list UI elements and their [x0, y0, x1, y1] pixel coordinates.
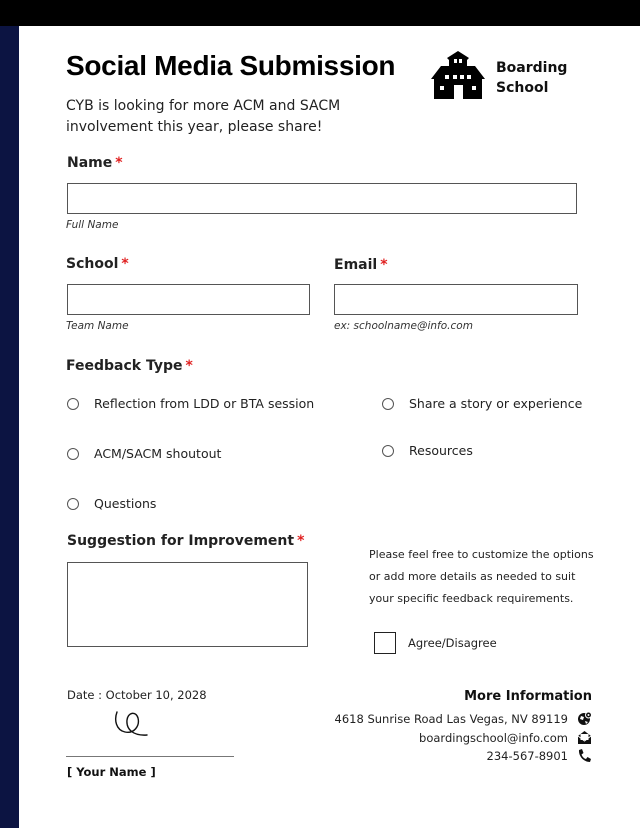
feedback-option-resources[interactable]: Resources	[382, 443, 473, 458]
suggestion-textarea[interactable]	[67, 562, 308, 647]
feedback-type-label: Feedback Type *	[66, 358, 193, 374]
signature-mark	[112, 706, 154, 742]
required-marker: *	[380, 257, 388, 273]
agree-checkbox[interactable]	[374, 632, 396, 654]
brand-line-2: School	[496, 80, 549, 96]
feedback-option-story[interactable]: Share a story or experience	[382, 396, 582, 411]
email-hint: ex: schoolname@info.com	[334, 320, 473, 332]
school-input[interactable]	[67, 284, 310, 315]
envelope-icon	[577, 730, 592, 745]
required-marker: *	[115, 155, 123, 171]
feedback-option-reflection[interactable]: Reflection from LDD or BTA session	[67, 396, 314, 411]
page-subtitle: CYB is looking for more ACM and SACM inv…	[66, 98, 341, 135]
suggestion-label: Suggestion for Improvement *	[67, 533, 305, 549]
brand-name: Boarding School	[496, 58, 567, 98]
more-info-title: More Information	[464, 689, 592, 704]
email-input[interactable]	[334, 284, 578, 315]
radio-button[interactable]	[382, 444, 394, 457]
agree-label: Agree/Disagree	[408, 636, 497, 650]
school-hint: Team Name	[66, 320, 129, 332]
name-input[interactable]	[67, 183, 577, 214]
email-label: Email *	[334, 257, 388, 273]
date-text: Date : October 10, 2028	[67, 688, 207, 702]
address-row: 4618 Sunrise Road Las Vegas, NV 89119	[335, 711, 592, 726]
email-text: boardingschool@info.com	[419, 730, 568, 745]
email-row: boardingschool@info.com	[419, 730, 592, 745]
required-marker: *	[121, 256, 129, 272]
page-title: Social Media Submission	[66, 50, 396, 81]
phone-text: 234-567-8901	[486, 748, 568, 763]
feedback-option-shoutout[interactable]: ACM/SACM shoutout	[67, 446, 221, 461]
radio-button[interactable]	[67, 497, 79, 510]
radio-button[interactable]	[67, 397, 79, 410]
name-label: Name *	[67, 155, 123, 171]
signature-name: [ Your Name ]	[67, 765, 156, 779]
school-label: School *	[66, 256, 129, 272]
signature-line	[66, 756, 234, 757]
brand-line-1: Boarding	[496, 60, 568, 76]
radio-button[interactable]	[67, 447, 79, 460]
address-text: 4618 Sunrise Road Las Vegas, NV 89119	[334, 711, 568, 726]
required-marker: *	[185, 358, 193, 374]
name-hint: Full Name	[66, 219, 119, 231]
globe-location-icon	[577, 711, 592, 726]
customization-note: Please feel free to customize the option…	[369, 548, 594, 605]
top-bar	[0, 0, 640, 26]
radio-button[interactable]	[382, 397, 394, 410]
required-marker: *	[297, 533, 305, 549]
school-building-icon	[431, 51, 485, 99]
phone-icon	[577, 748, 592, 763]
phone-row: 234-567-8901	[487, 748, 592, 763]
sidebar-accent-bar	[0, 26, 19, 828]
feedback-option-questions[interactable]: Questions	[67, 496, 156, 511]
